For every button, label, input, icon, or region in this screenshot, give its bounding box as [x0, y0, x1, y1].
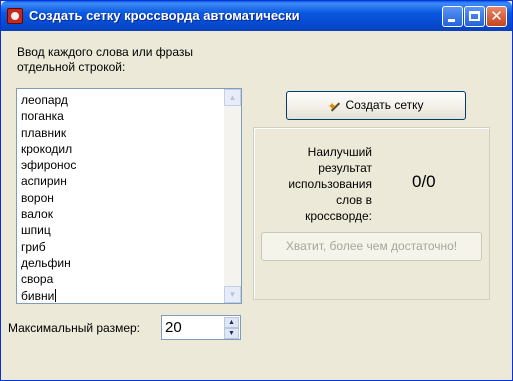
word-line: леопард — [21, 93, 68, 107]
close-button[interactable]: ✕ — [486, 6, 507, 27]
result-panel: Наилучший результат использования слов в… — [253, 127, 490, 300]
word-line: бивни — [21, 288, 57, 303]
enough-button: Хватит, более чем достаточно! — [261, 232, 482, 261]
crossword-dialog: Создать сетку кроссворда автоматически ✕… — [0, 0, 513, 381]
spin-up-button[interactable]: ▲ — [224, 317, 239, 328]
word-line: крокодил — [21, 141, 73, 156]
max-size-spinbox[interactable]: 20 ▲ ▼ — [161, 315, 241, 340]
word-line: эфиронос — [21, 158, 77, 173]
word-line: дельфин — [21, 255, 71, 270]
max-size-value[interactable]: 20 — [165, 319, 182, 336]
word-line: аспирин — [21, 174, 67, 189]
vertical-scrollbar[interactable]: ▲ ▼ — [224, 89, 241, 303]
word-line: плавник — [21, 125, 67, 140]
minimize-button[interactable] — [442, 6, 463, 27]
create-grid-label: Создать сетку — [345, 98, 424, 112]
magic-wand-icon — [327, 94, 342, 121]
scroll-up-button[interactable]: ▲ — [224, 89, 241, 106]
word-line: поганка — [21, 109, 64, 124]
window-title: Создать сетку кроссворда автоматически — [29, 8, 300, 23]
best-result-label: Наилучший результат использования слов в… — [288, 145, 372, 223]
spin-down-button[interactable]: ▼ — [224, 328, 239, 339]
best-result-value: 0/0 — [412, 172, 436, 191]
max-size-label: Максимальный размер: — [8, 321, 141, 335]
word-line: свора — [21, 272, 54, 287]
close-icon: ✕ — [490, 8, 503, 25]
words-input-label: Ввод каждого слова или фразы отдельной с… — [17, 45, 194, 74]
scroll-down-button[interactable]: ▼ — [224, 286, 241, 303]
title-bar[interactable]: Создать сетку кроссворда автоматически ✕ — [1, 1, 512, 31]
text-cursor — [55, 288, 57, 302]
words-list: леопард поганка плавник крокодил эфиронос асп… — [17, 89, 241, 304]
create-grid-button[interactable]: Создать сетку — [286, 91, 466, 121]
word-line: шпиц — [21, 223, 51, 238]
word-line: валок — [21, 207, 53, 222]
words-textarea[interactable]: леопард поганка плавник крокодил эфиронос асп… — [16, 88, 242, 304]
word-line: ворон — [21, 190, 54, 205]
app-icon — [7, 8, 23, 24]
word-line: гриб — [21, 239, 46, 254]
maximize-button[interactable] — [464, 6, 485, 27]
